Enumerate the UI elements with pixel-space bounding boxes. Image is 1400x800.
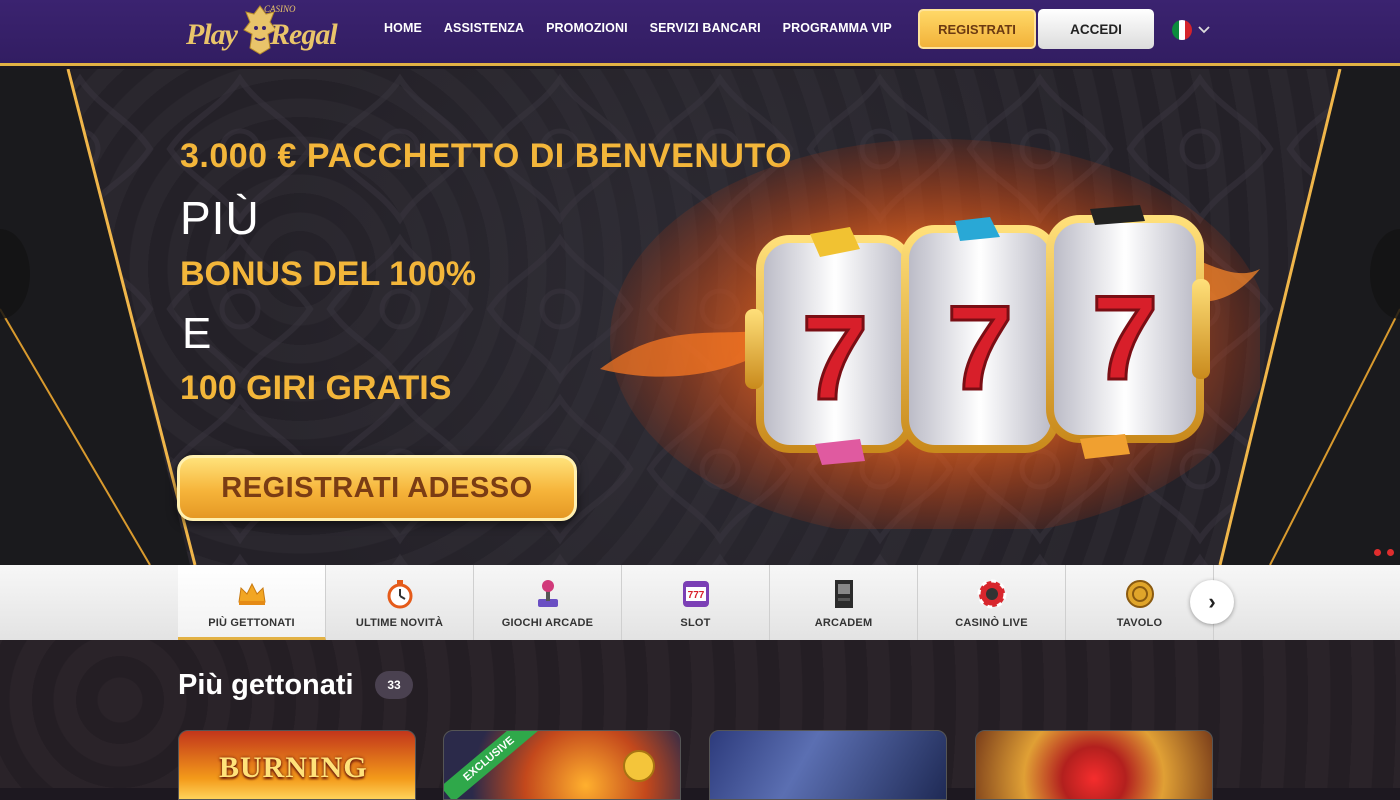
game-title: BURNING <box>219 751 368 784</box>
category-label: TAVOLO <box>1116 617 1163 629</box>
game-tile[interactable] <box>709 730 947 800</box>
hero-text-e: E <box>182 309 212 358</box>
carousel-dot[interactable] <box>1387 549 1394 556</box>
category-bar: PIÙ GETTONATI ULTIME NOVITÀ GIOCHI ARCAD… <box>0 565 1400 640</box>
exclusive-ribbon: EXCLUSIVE <box>444 731 538 799</box>
game-tile[interactable] <box>975 730 1213 800</box>
category-label: PIÙ GETTONATI <box>208 617 295 629</box>
coin-icon <box>623 750 655 782</box>
category-label: CASINÒ LIVE <box>955 617 1028 629</box>
slot-machine-icon: 777 <box>679 577 713 611</box>
nav-home[interactable]: HOME <box>384 21 422 35</box>
table-chip-icon <box>1123 577 1157 611</box>
italy-flag-icon <box>1172 20 1192 40</box>
hero-free-spins-text: 100 GIRI GRATIS <box>180 369 452 407</box>
svg-text:7: 7 <box>947 281 1014 415</box>
chevron-right-icon[interactable]: › <box>1190 580 1234 624</box>
tab-slot[interactable]: 777 SLOT <box>622 565 770 640</box>
game-tile[interactable]: EXCLUSIVE <box>443 730 681 800</box>
tab-casino-live[interactable]: CASINÒ LIVE <box>918 565 1066 640</box>
hero-bonus-text: BONUS DEL 100% <box>180 255 477 293</box>
section-count-badge: 33 <box>375 671 413 699</box>
game-tile[interactable]: BURNING <box>178 730 416 800</box>
register-now-button[interactable]: REGISTRATI ADESSO <box>177 455 577 521</box>
crown-icon <box>235 577 269 611</box>
stopwatch-icon <box>383 577 417 611</box>
language-selector[interactable] <box>1172 20 1216 40</box>
hero-text-piu: PIÙ <box>180 192 260 244</box>
tab-ultime-novita[interactable]: ULTIME NOVITÀ <box>326 565 474 640</box>
main-nav: HOME ASSISTENZA PROMOZIONI SERVIZI BANCA… <box>384 21 892 35</box>
top-header: CASINO Play Regal HOME ASSISTENZA PROMOZ… <box>0 0 1400 66</box>
carousel-dot[interactable] <box>1374 549 1381 556</box>
category-label: SLOT <box>680 617 711 629</box>
joystick-icon <box>531 577 565 611</box>
tab-piu-gettonati[interactable]: PIÙ GETTONATI <box>178 565 326 640</box>
logo-regal-text: Regal <box>270 18 338 51</box>
roulette-chip-icon <box>975 577 1009 611</box>
playregal-logo[interactable]: CASINO Play Regal <box>186 4 342 58</box>
nav-promozioni[interactable]: PROMOZIONI <box>546 21 628 35</box>
nav-servizi-bancari[interactable]: SERVIZI BANCARI <box>650 21 761 35</box>
tab-giochi-arcade[interactable]: GIOCHI ARCADE <box>474 565 622 640</box>
carousel-dots <box>1374 549 1394 556</box>
hero-banner: 3.000 € PACCHETTO DI BENVENUTO PIÙ BONUS… <box>0 69 1400 565</box>
svg-text:7: 7 <box>802 291 869 425</box>
nav-programma-vip[interactable]: PROGRAMMA VIP <box>783 21 892 35</box>
category-label: ARCADEM <box>814 617 873 629</box>
section-title: Più gettonati <box>178 669 354 701</box>
left-gold-frame <box>0 69 197 565</box>
register-button[interactable]: REGISTRATI <box>918 9 1036 49</box>
login-button[interactable]: ACCEDI <box>1038 9 1154 49</box>
category-label: ULTIME NOVITÀ <box>355 617 444 629</box>
nav-assistenza[interactable]: ASSISTENZA <box>444 21 524 35</box>
svg-text:7: 7 <box>1092 271 1159 405</box>
svg-text:777: 777 <box>687 590 704 601</box>
slot-machine-777-illustration: 7 7 7 <box>600 139 1260 529</box>
arcade-cabinet-icon <box>827 577 861 611</box>
category-label: GIOCHI ARCADE <box>501 617 594 629</box>
games-section: Più gettonati 33 BURNING EXCLUSIVE <box>0 640 1400 800</box>
tab-arcadem[interactable]: ARCADEM <box>770 565 918 640</box>
logo-play-text: Play <box>186 18 238 51</box>
chevron-down-icon <box>1198 26 1210 34</box>
